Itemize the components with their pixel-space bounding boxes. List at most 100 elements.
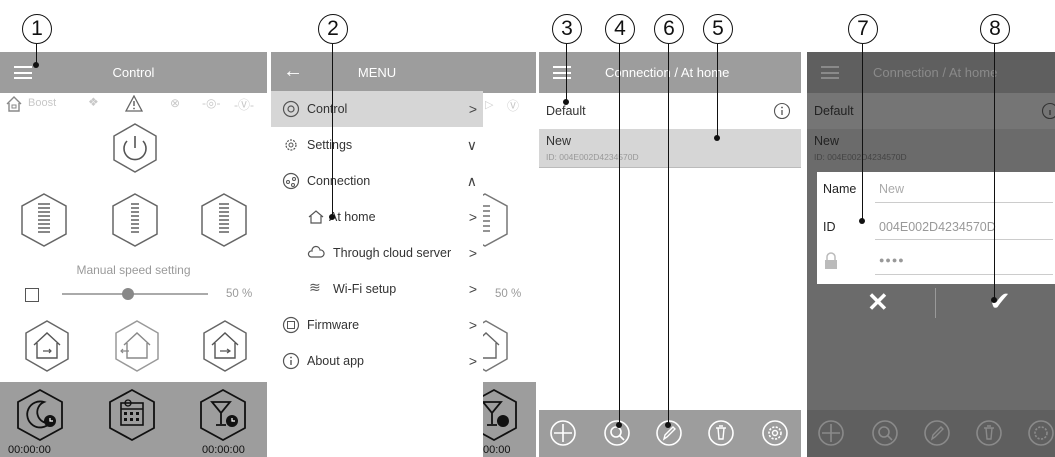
list-item-default: Default: [807, 93, 1055, 129]
night-timer-icon[interactable]: [14, 388, 66, 442]
callout-2-leader: [332, 44, 334, 217]
edit-dialog: Name New ID 004E002D4234570D ●●●●: [817, 172, 1055, 284]
timer-panel: 00:00:00 00:00:00: [0, 382, 267, 457]
humidity-icon: -◎-: [202, 96, 221, 110]
password-field[interactable]: ●●●●: [879, 255, 905, 265]
callout-1: 1: [22, 14, 52, 44]
boost-label: Boost: [28, 97, 57, 109]
callout-5-dot: [714, 135, 720, 141]
menu-item-control[interactable]: Control >: [271, 91, 483, 127]
menu-item-cloud-server[interactable]: Through cloud server >: [271, 235, 483, 271]
home-icon: [308, 210, 324, 224]
menu-item-wifi-setup[interactable]: ≋ Wi-Fi setup >: [271, 271, 483, 307]
control-appbar: Control: [0, 52, 267, 93]
behind-slider-value: 50 %: [495, 288, 522, 300]
status-strip: Boost ❖ ⊗ -◎- -Ⓥ-: [0, 93, 267, 115]
gear-icon: [1028, 420, 1054, 446]
list-item-new[interactable]: New ID: 004E002D4234570D: [539, 129, 801, 168]
lock-icon: [825, 252, 837, 269]
id-label: ID: [823, 220, 836, 234]
speed-slider-track[interactable]: [62, 293, 208, 295]
delete-icon[interactable]: [707, 419, 735, 447]
settings-icon: [285, 139, 297, 151]
bottom-toolbar-dimmed: [807, 410, 1055, 457]
edit-dialog-screen: Connection / At home Default New ID: 004…: [807, 52, 1055, 457]
callout-7-leader: [862, 44, 864, 221]
menu-screen: ▷ Ⓥ 50 % 00:00 ← MENU Control > Settings ∨…: [271, 52, 536, 457]
edit-icon: [924, 420, 950, 446]
speed-3-button[interactable]: [198, 192, 250, 248]
add-icon[interactable]: [549, 419, 577, 447]
sensor-icon: -Ⓥ-: [234, 98, 254, 112]
firmware-icon: [282, 316, 300, 334]
callout-8: 8: [980, 14, 1010, 44]
menu-item-firmware[interactable]: Firmware >: [271, 307, 483, 343]
callout-1-dot: [33, 62, 39, 68]
callout-2: 2: [318, 14, 348, 44]
fan-icon: ❖: [88, 95, 99, 109]
timer-right-value: 00:00:00: [202, 444, 245, 456]
party-timer-icon[interactable]: [197, 388, 249, 442]
callout-5: 5: [703, 14, 733, 44]
callout-3-leader: [566, 44, 568, 102]
mode-supply-button[interactable]: [200, 319, 250, 373]
control-icon: [282, 100, 300, 118]
connection-appbar: Connection / At home: [539, 52, 801, 93]
id-field[interactable]: 004E002D4234570D: [879, 220, 996, 234]
info-icon: [282, 352, 300, 370]
search-icon: [872, 420, 898, 446]
list-item-new: New ID: 004E002D4234570D: [807, 129, 1055, 167]
manual-speed-checkbox[interactable]: [25, 288, 39, 302]
schedule-icon[interactable]: [106, 388, 158, 442]
dimmed-control-behind: ▷ Ⓥ 50 % 00:00: [462, 52, 536, 457]
callout-6-leader: [668, 44, 670, 425]
callout-4: 4: [605, 14, 635, 44]
info-icon: [1041, 102, 1055, 120]
connection-icon: [282, 172, 300, 190]
timer-left-value: 00:00:00: [8, 444, 51, 456]
name-label: Name: [823, 182, 857, 196]
connection-appbar-dimmed: Connection / At home: [807, 52, 1055, 93]
info-icon[interactable]: [773, 102, 791, 120]
callout-7-dot: [859, 218, 865, 224]
mode-extract-button[interactable]: [112, 319, 162, 373]
hamburger-menu-icon: [821, 66, 839, 79]
callout-6: 6: [654, 14, 684, 44]
control-screen: Control Boost ❖ ⊗ -◎- -Ⓥ- Manual speed s…: [0, 52, 267, 457]
callout-6-dot: [665, 422, 671, 428]
menu-item-at-home[interactable]: At home >: [271, 199, 483, 235]
cloud-icon: [307, 245, 325, 258]
mode-supply-exhaust-button[interactable]: [22, 319, 72, 373]
callout-3: 3: [552, 14, 582, 44]
speed-slider-thumb[interactable]: [121, 288, 134, 300]
connection-list-screen: Connection / At home Default New ID: 004…: [539, 52, 801, 457]
home-mode-icon: [6, 96, 22, 112]
callout-7: 7: [848, 14, 878, 44]
menu-item-about-app[interactable]: About app >: [271, 343, 483, 379]
bottom-toolbar: [539, 410, 801, 457]
menu-appbar: ← MENU: [271, 52, 483, 93]
gear-icon[interactable]: [761, 419, 789, 447]
speed-1-button[interactable]: [18, 192, 70, 248]
warning-icon: [125, 95, 143, 112]
cancel-icon[interactable]: ✕: [867, 287, 889, 318]
callout-5-leader: [717, 44, 719, 138]
wifi-icon: ≋: [309, 279, 321, 295]
power-button[interactable]: [110, 122, 160, 174]
hamburger-menu-icon[interactable]: [553, 66, 571, 79]
callout-8-leader: [994, 44, 996, 300]
callout-3-dot: [563, 99, 569, 105]
manual-speed-label: Manual speed setting: [76, 263, 191, 277]
delete-icon: [976, 420, 1002, 446]
filter-icon: ⊗: [170, 96, 181, 110]
slider-value: 50 %: [226, 288, 253, 300]
name-field[interactable]: New: [879, 182, 904, 196]
add-icon: [818, 420, 844, 446]
callout-2-dot: [329, 214, 335, 220]
menu-drawer: ← MENU Control > Settings ∨ Connection ∧ At…: [271, 52, 483, 457]
speed-2-button[interactable]: [109, 192, 161, 248]
list-item-default[interactable]: Default: [539, 93, 801, 129]
menu-item-settings[interactable]: Settings ∨: [271, 127, 483, 163]
menu-item-connection[interactable]: Connection ∧: [271, 163, 483, 199]
behind-timer: 00:00: [483, 444, 511, 456]
